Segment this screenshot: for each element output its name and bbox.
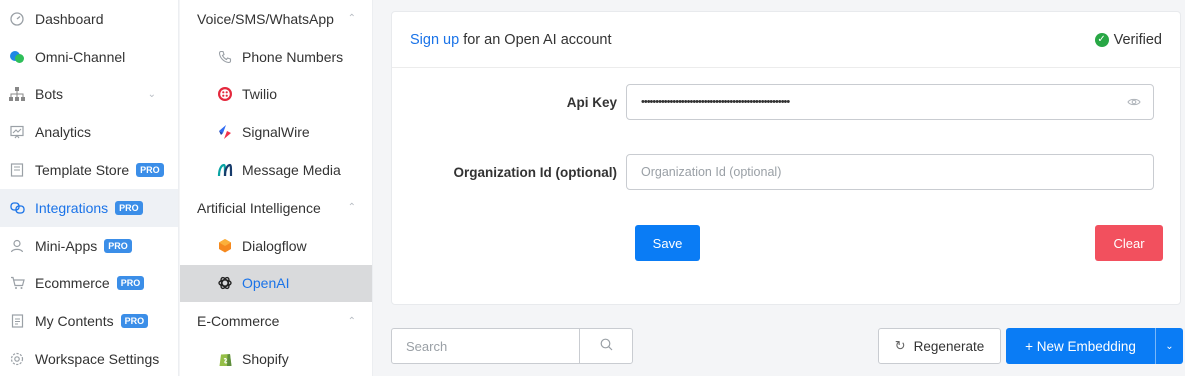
chevron-down-icon[interactable]: ⌄	[1155, 328, 1183, 364]
sitemap-icon	[8, 85, 26, 103]
sidebar-item-label: Ecommerce	[35, 275, 110, 292]
subnav-item-shopify[interactable]: Shopify	[180, 340, 372, 376]
pro-badge: PRO	[115, 200, 143, 215]
store-icon	[8, 161, 26, 179]
sidebar-item-analytics[interactable]: Analytics	[0, 113, 178, 151]
phone-icon	[216, 48, 234, 66]
sidebar-item-workspace-settings[interactable]: Workspace Settings	[0, 340, 178, 376]
pro-badge: PRO	[116, 276, 145, 291]
sidebar-item-label: Template Store	[35, 162, 130, 179]
search-input[interactable]: Search	[392, 329, 580, 363]
card-header: Sign up for an Open AI account ✓ Verifie…	[392, 12, 1180, 68]
sidebar-item-label: Analytics	[35, 124, 92, 141]
regenerate-label: Regenerate	[913, 338, 985, 354]
cart-icon	[8, 274, 26, 292]
sidebar-item-label: Dashboard	[35, 10, 104, 27]
chat-bubbles-icon	[8, 48, 26, 66]
organization-id-row: Organization Id (optional) Organization …	[392, 154, 1182, 190]
save-button[interactable]: Save	[635, 225, 700, 261]
subnav-item-label: Phone Numbers	[242, 48, 344, 65]
sidebar-item-mini-apps[interactable]: Mini-Apps PRO	[0, 227, 178, 265]
sidebar-item-dashboard[interactable]: Dashboard	[0, 0, 178, 38]
subnav-item-label: Message Media	[242, 162, 341, 179]
subnav-item-dialogflow[interactable]: Dialogflow	[180, 227, 372, 265]
api-key-label: Api Key	[566, 94, 617, 110]
regenerate-button[interactable]: ↻ Regenerate	[878, 328, 1001, 364]
eye-icon[interactable]	[1127, 95, 1141, 109]
verified-label: Verified	[1113, 31, 1162, 48]
openai-settings-card: Sign up for an Open AI account ✓ Verifie…	[391, 11, 1181, 305]
organization-id-label: Organization Id (optional)	[453, 164, 617, 180]
api-key-row: Api Key ••••••••••••••••••••••••••••••••…	[392, 84, 1182, 120]
signup-link[interactable]: Sign up	[410, 32, 459, 48]
subnav-group-ai[interactable]: Artificial Intelligence ⌃	[180, 189, 372, 227]
sidebar-item-label: Omni-Channel	[35, 48, 126, 65]
pro-badge: PRO	[120, 314, 149, 329]
api-key-field[interactable]: ••••••••••••••••••••••••••••••••••••••••…	[626, 84, 1154, 120]
pro-badge: PRO	[104, 238, 132, 253]
dialogflow-logo-icon	[216, 237, 234, 255]
integrations-subnav: Voice/SMS/WhatsApp ⌃ Phone Numbers Twili…	[180, 0, 373, 376]
shopify-logo-icon	[216, 350, 234, 368]
chevron-up-icon[interactable]: ⌃	[348, 13, 356, 24]
sidebar-item-label: Bots	[35, 86, 64, 103]
search-button[interactable]	[580, 329, 632, 363]
user-icon	[8, 237, 26, 255]
signup-text: for an Open AI account	[463, 31, 612, 48]
subnav-group-label: Voice/SMS/WhatsApp	[197, 10, 334, 27]
subnav-item-label: Twilio	[242, 86, 278, 103]
sidebar-item-ecommerce[interactable]: Ecommerce PRO	[0, 265, 178, 303]
organization-id-field[interactable]: Organization Id (optional)	[626, 154, 1154, 190]
signalwire-logo-icon	[216, 123, 234, 141]
subnav-item-label: Dialogflow	[242, 237, 307, 254]
sidebar-item-omni-channel[interactable]: Omni-Channel	[0, 38, 178, 76]
chevron-up-icon[interactable]: ⌃	[348, 316, 356, 327]
new-embedding-button[interactable]: + New Embedding ⌄	[1006, 328, 1183, 364]
sidebar-item-template-store[interactable]: Template Store PRO	[0, 151, 178, 189]
subnav-group-voice[interactable]: Voice/SMS/WhatsApp ⌃	[180, 0, 372, 38]
subnav-group-ecommerce[interactable]: E-Commerce ⌃	[180, 302, 372, 340]
subnav-item-phone-numbers[interactable]: Phone Numbers	[180, 38, 372, 76]
sidebar-item-label: My Contents	[35, 313, 114, 330]
subnav-item-label: Shopify	[242, 351, 289, 368]
subnav-item-label: OpenAI	[242, 275, 290, 292]
subnav-item-message-media[interactable]: Message Media	[180, 151, 372, 189]
sidebar-item-label: Integrations	[35, 199, 109, 216]
twilio-logo-icon	[216, 85, 234, 103]
subnav-item-twilio[interactable]: Twilio	[180, 76, 372, 114]
chevron-down-icon[interactable]: ⌄	[148, 89, 156, 100]
sidebar-item-label: Workspace Settings	[35, 351, 160, 368]
link-icon	[8, 199, 26, 217]
subnav-item-signalwire[interactable]: SignalWire	[180, 113, 372, 151]
sidebar-item-my-contents[interactable]: My Contents PRO	[0, 302, 178, 340]
organization-id-placeholder: Organization Id (optional)	[641, 165, 782, 179]
subnav-item-label: SignalWire	[242, 124, 310, 141]
gauge-icon	[8, 10, 26, 28]
pro-badge: PRO	[136, 163, 164, 178]
sidebar-item-bots[interactable]: Bots ⌄	[0, 76, 178, 114]
message-media-logo-icon	[216, 161, 234, 179]
chart-board-icon	[8, 123, 26, 141]
sidebar-item-label: Mini-Apps	[35, 237, 98, 254]
main-sidebar: Dashboard Omni-Channel Bots ⌄ Analytics …	[0, 0, 179, 376]
gear-icon	[8, 350, 26, 368]
api-key-value: ••••••••••••••••••••••••••••••••••••••••…	[641, 96, 790, 108]
sidebar-item-integrations[interactable]: Integrations PRO	[0, 188, 178, 227]
openai-logo-icon	[216, 274, 234, 292]
document-icon	[8, 312, 26, 330]
clear-button[interactable]: Clear	[1095, 225, 1163, 261]
search-box: Search	[391, 328, 633, 364]
subnav-group-label: E-Commerce	[197, 313, 280, 330]
verified-status: ✓ Verified	[1094, 31, 1162, 48]
new-embedding-label[interactable]: + New Embedding	[1006, 339, 1155, 354]
subnav-item-openai[interactable]: OpenAI	[180, 264, 372, 303]
refresh-icon: ↻	[894, 338, 906, 353]
chevron-up-icon[interactable]: ⌃	[348, 202, 356, 213]
search-icon	[600, 338, 613, 354]
subnav-group-label: Artificial Intelligence	[197, 199, 321, 216]
check-circle-icon: ✓	[1094, 32, 1109, 47]
